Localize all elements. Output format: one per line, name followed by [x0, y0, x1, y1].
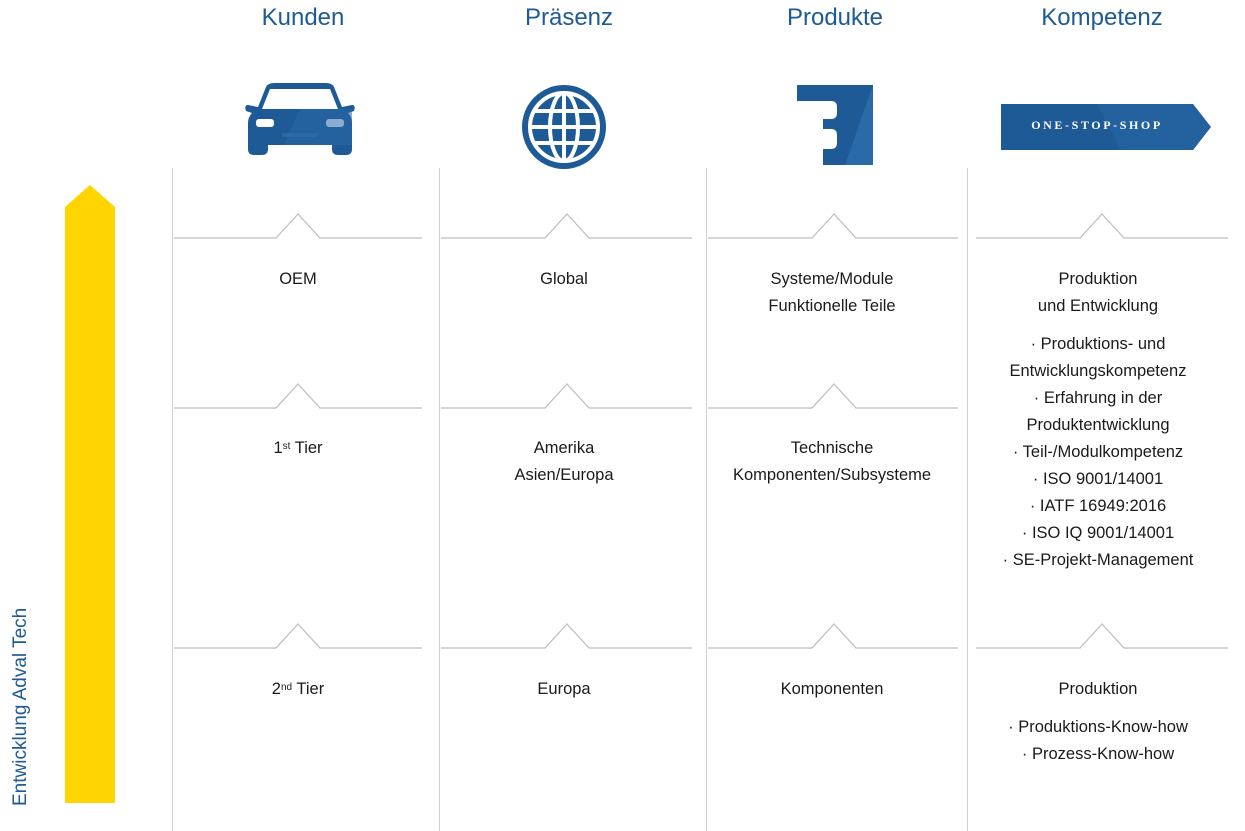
- tier-label: Tier: [292, 680, 325, 698]
- cell-produkte-bottom: Komponenten: [780, 680, 884, 698]
- cell-kompetenz-top: Produktion und Entwicklung · Produktions…: [968, 266, 1228, 574]
- cell-line: Funktionelle Teile: [768, 297, 896, 315]
- cell-kunden-bottom: 2nd Tier: [168, 676, 428, 703]
- cell-line: Produktion: [1058, 270, 1138, 288]
- cell-line: Asien/Europa: [514, 466, 614, 484]
- list-item: · Produktions-Know-how: [1008, 718, 1188, 736]
- cell-produkte-middle: Technische Komponenten/Subsysteme: [702, 435, 962, 489]
- side-label: Entwicklung Adval Tech: [10, 607, 31, 806]
- tier-suffix: nd: [280, 682, 293, 693]
- list-item: · Teil-/Modulkompetenz: [1012, 443, 1184, 461]
- cell-praesenz-bottom: Europa: [537, 680, 591, 698]
- tier-label: Tier: [290, 439, 323, 457]
- list-item: Entwicklungskompetenz: [1009, 362, 1187, 380]
- cell-line: Technische: [790, 439, 874, 457]
- list-item: · ISO 9001/14001: [1032, 470, 1164, 488]
- cell-line: und Entwicklung: [1037, 297, 1159, 315]
- list-item: · Prozess-Know-how: [1021, 745, 1175, 763]
- cell-kunden-middle: 1st Tier: [168, 435, 428, 462]
- list-item: · IATF 16949:2016: [1029, 497, 1167, 515]
- cell-kunden-top: OEM: [279, 270, 317, 288]
- cell-praesenz-top: Global: [540, 270, 588, 288]
- list-item: · SE-Projekt-Management: [1002, 551, 1194, 569]
- cell-line: Amerika: [533, 439, 595, 457]
- tier-suffix: st: [282, 441, 291, 452]
- cell-line: Systeme/Module: [770, 270, 894, 288]
- cell-kompetenz-bottom: Produktion · Produktions-Know-how · Proz…: [968, 676, 1228, 768]
- list-item: · Erfahrung in der: [1033, 389, 1163, 407]
- cell-line: Produktion: [1058, 680, 1138, 698]
- list-item: · ISO IQ 9001/14001: [1021, 524, 1175, 542]
- cell-line: Komponenten/Subsysteme: [732, 466, 932, 484]
- list-item: Produktentwicklung: [1026, 416, 1170, 434]
- tier-number: 1: [273, 439, 283, 457]
- list-item: · Produktions- und: [1030, 335, 1166, 353]
- cell-produkte-top: Systeme/Module Funktionelle Teile: [702, 266, 962, 320]
- tier-number: 2: [271, 680, 281, 698]
- cell-praesenz-middle: Amerika Asien/Europa: [434, 435, 694, 489]
- development-arrow-icon: [65, 185, 115, 803]
